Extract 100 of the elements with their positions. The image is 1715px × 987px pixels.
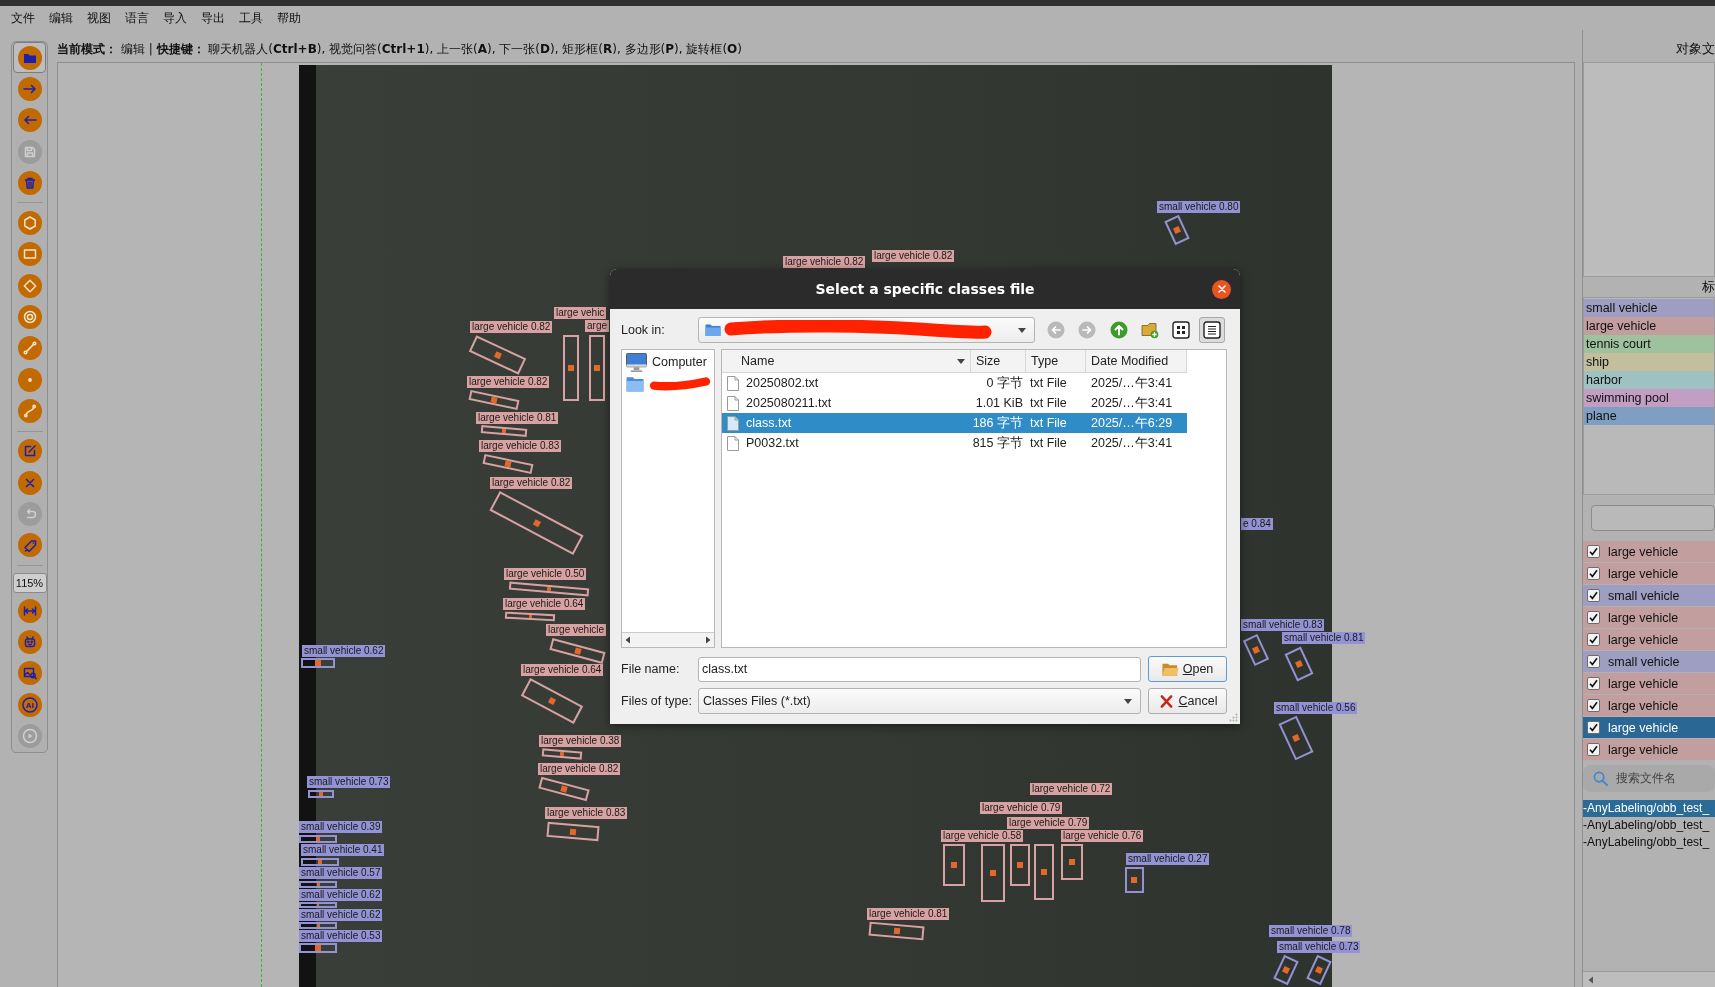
shape-label: large vehicle <box>1608 566 1679 581</box>
column-header[interactable]: Size <box>971 350 1026 372</box>
detection-label: small vehicle 0.83 <box>1241 619 1325 631</box>
menu-item[interactable]: 工具 <box>232 8 270 28</box>
file-row[interactable]: 20250802.txt 0 字节 txt File 2025/…午3:41 <box>722 373 1187 393</box>
center-marker-icon <box>546 586 552 592</box>
detection-label: small vehicle 0.56 <box>1274 702 1358 714</box>
cancel-button[interactable]: Cancel <box>1148 688 1227 714</box>
bounding-box[interactable] <box>1242 633 1270 667</box>
detection-label: large vehicle 0.50 <box>504 568 587 580</box>
detection-label: large vehicle 0.82 <box>783 256 866 268</box>
bounding-box[interactable] <box>308 790 334 798</box>
checkbox[interactable] <box>1587 545 1600 558</box>
bounding-box[interactable] <box>1034 844 1054 900</box>
bounding-box[interactable] <box>301 857 339 866</box>
shape-label: large vehicle <box>1608 698 1679 713</box>
detection-label: large vehicle 0.72 <box>1030 783 1113 795</box>
detection-label: arge <box>585 320 609 332</box>
menu-item[interactable]: 编辑 <box>42 8 80 28</box>
bounding-box[interactable] <box>1124 867 1144 893</box>
shape-list-item[interactable]: small vehicle <box>1583 651 1715 672</box>
bounding-box[interactable] <box>546 821 600 841</box>
column-header[interactable]: Name <box>722 350 971 372</box>
label-list-item[interactable]: small vehicle <box>1584 299 1714 317</box>
folder-icon[interactable] <box>626 376 644 392</box>
center-marker-icon <box>569 827 577 835</box>
file-type-dropdown[interactable]: Classes Files (*.txt) <box>698 688 1141 714</box>
menu-item[interactable]: 语言 <box>118 8 156 28</box>
open-button[interactable]: Open <box>1148 656 1227 682</box>
shape-list-item[interactable]: large vehicle <box>1583 695 1715 716</box>
label-list-item[interactable]: tennis court <box>1584 335 1714 353</box>
shape-list-item[interactable]: large vehicle <box>1583 717 1715 738</box>
checkbox[interactable] <box>1587 589 1600 602</box>
shape-list-item[interactable]: small vehicle <box>1583 585 1715 606</box>
label-list-item[interactable]: swimming pool <box>1584 389 1714 407</box>
bounding-box[interactable] <box>299 835 337 843</box>
place-label[interactable]: Computer <box>652 355 707 369</box>
shape-list-item[interactable]: large vehicle <box>1583 607 1715 628</box>
horizontal-scrollbar[interactable] <box>1583 971 1715 987</box>
checkbox[interactable] <box>1587 655 1600 668</box>
file-list-item[interactable]: -AnyLabeling/obb_test_ <box>1583 800 1715 817</box>
resize-grip-icon[interactable] <box>1229 713 1238 722</box>
bounding-box[interactable] <box>1061 844 1083 880</box>
shape-list-item[interactable]: large vehicle <box>1583 673 1715 694</box>
menu-item[interactable]: 文件 <box>4 8 42 28</box>
shape-list-item[interactable]: large vehicle <box>1583 739 1715 760</box>
checkbox[interactable] <box>1587 567 1600 580</box>
label-list-item[interactable]: large vehicle <box>1584 317 1714 335</box>
label-list-item[interactable]: plane <box>1584 407 1714 425</box>
file-list-item[interactable]: -AnyLabeling/obb_test_ <box>1583 834 1715 851</box>
menu-item[interactable]: 视图 <box>80 8 118 28</box>
horizontal-scrollbar[interactable] <box>622 632 714 647</box>
bounding-box[interactable] <box>299 880 337 888</box>
column-header[interactable]: Date Modified <box>1086 350 1187 372</box>
bounding-box[interactable] <box>563 335 579 401</box>
scroll-left-arrow-icon[interactable] <box>625 636 631 644</box>
center-marker-icon <box>892 927 900 935</box>
text-field[interactable] <box>1591 505 1715 531</box>
shape-list-item[interactable]: large vehicle <box>1583 541 1715 562</box>
monitor-icon[interactable] <box>626 352 647 372</box>
bounding-box[interactable] <box>468 335 526 375</box>
checkbox[interactable] <box>1587 721 1600 734</box>
toolbar-button[interactable] <box>13 42 46 74</box>
scroll-left-arrow-icon[interactable] <box>1588 975 1594 984</box>
search-field[interactable]: 搜索文件名 <box>1583 765 1715 792</box>
checkbox[interactable] <box>1587 699 1600 712</box>
bounding-box[interactable] <box>981 844 1005 902</box>
file-row[interactable]: P0032.txt 815 字节 txt File 2025/…午3:41 <box>722 433 1187 453</box>
bounding-box[interactable] <box>299 902 337 908</box>
checkbox[interactable] <box>1587 677 1600 690</box>
bounding-box[interactable] <box>299 943 337 953</box>
bounding-box[interactable] <box>1284 646 1314 681</box>
detection-label: large vehicle 0.81 <box>867 908 950 920</box>
menu-item[interactable]: 导入 <box>156 8 194 28</box>
zoom-level-field[interactable]: 115% <box>12 572 47 593</box>
file-list-item[interactable]: -AnyLabeling/obb_test_ <box>1583 817 1715 834</box>
detail-view-button[interactable] <box>1199 317 1226 343</box>
close-button[interactable] <box>1212 279 1231 299</box>
bounding-box[interactable] <box>301 658 335 668</box>
look-in-dropdown[interactable] <box>698 317 1035 343</box>
menu-item[interactable]: 导出 <box>194 8 232 28</box>
file-row[interactable]: 2025080211.txt 1.01 KiB txt File 2025/…午3:41 <box>722 393 1187 413</box>
column-header[interactable]: Type <box>1026 350 1086 372</box>
bounding-box[interactable] <box>299 922 337 929</box>
file-name-field[interactable]: class.txt <box>698 656 1141 682</box>
label-list-item[interactable]: harbor <box>1584 371 1714 389</box>
checkbox[interactable] <box>1587 633 1600 646</box>
label-list-item[interactable]: ship <box>1584 353 1714 371</box>
shape-list-item[interactable]: large vehicle <box>1583 629 1715 650</box>
bounding-box[interactable] <box>589 335 605 401</box>
center-marker-icon <box>316 924 320 927</box>
shape-list-item[interactable]: large vehicle <box>1583 563 1715 584</box>
bounding-box[interactable] <box>943 844 965 886</box>
menu-item[interactable]: 帮助 <box>270 8 308 28</box>
checkbox[interactable] <box>1587 743 1600 756</box>
file-row[interactable]: class.txt 186 字节 txt File 2025/…午6:29 <box>722 413 1187 433</box>
checkbox[interactable] <box>1587 611 1600 624</box>
scroll-right-arrow-icon[interactable] <box>705 636 711 644</box>
center-marker-icon <box>315 660 321 666</box>
bounding-box[interactable] <box>1010 844 1030 886</box>
